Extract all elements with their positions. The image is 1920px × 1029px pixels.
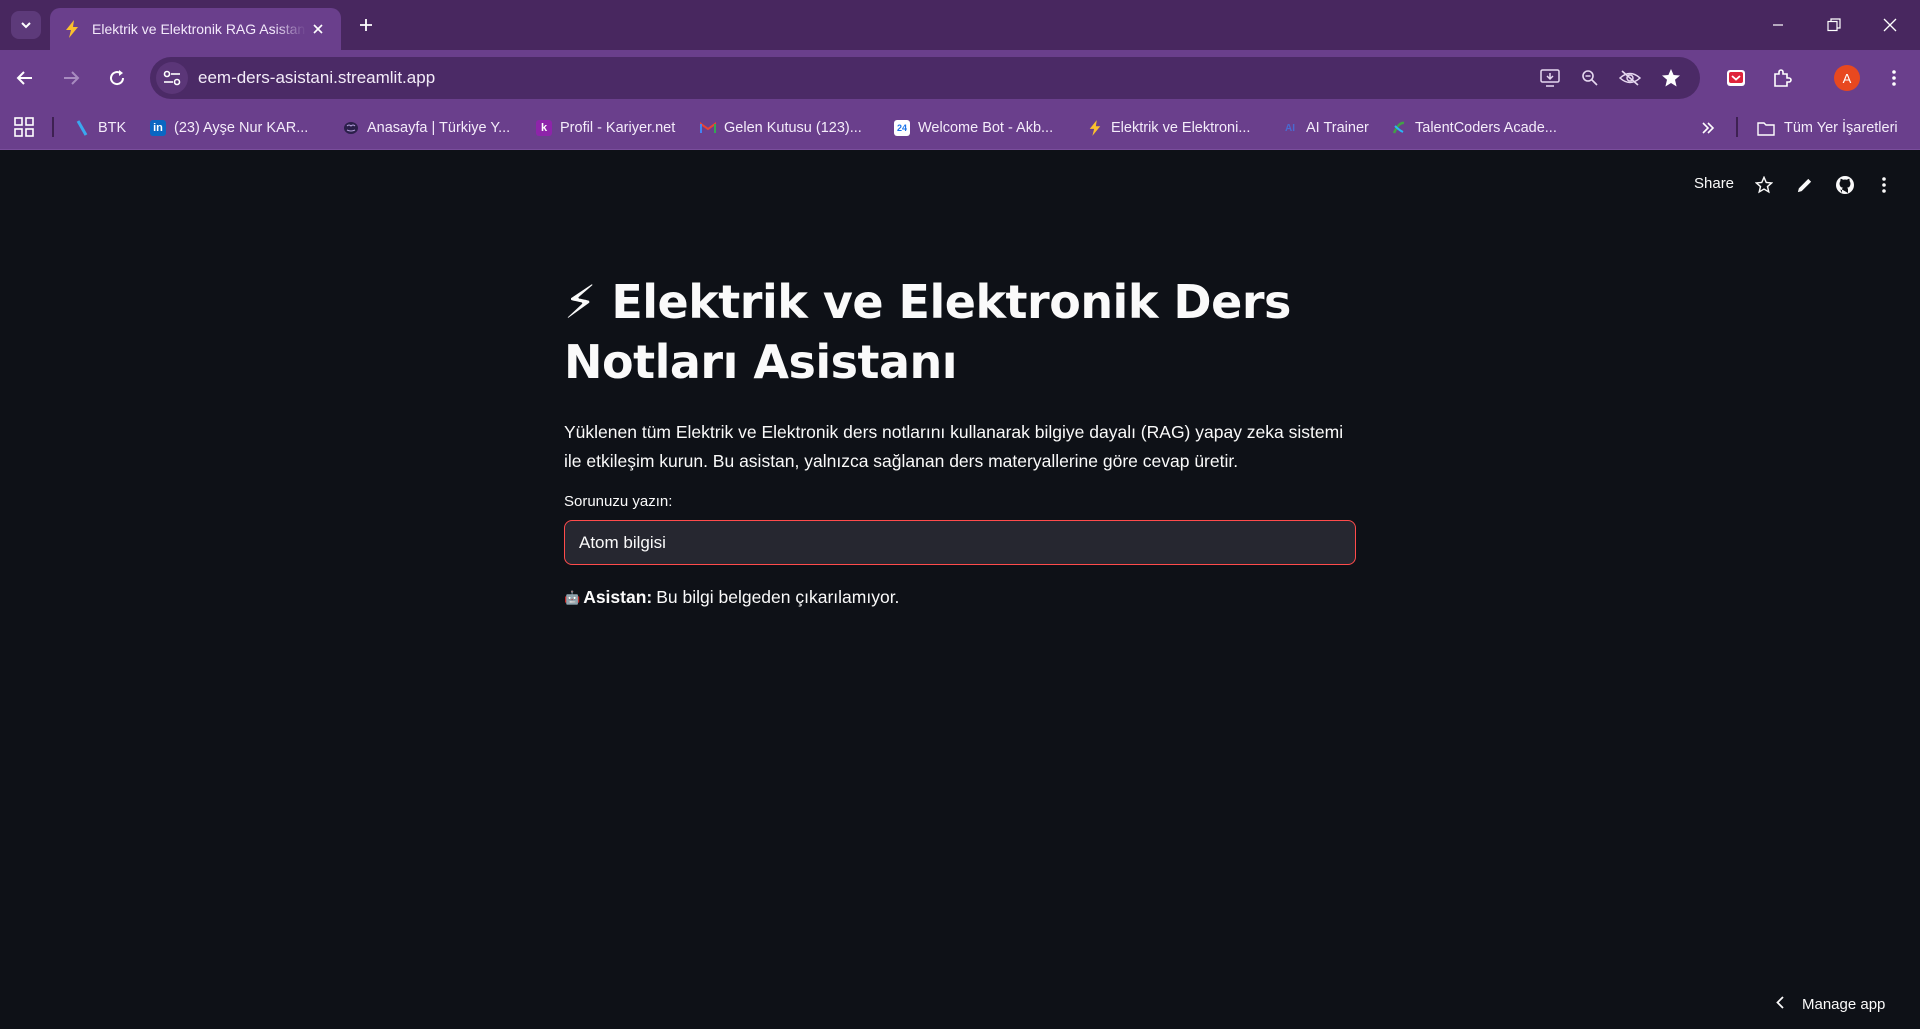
more-bookmarks-icon[interactable]: [1697, 117, 1719, 139]
new-tab-button[interactable]: [352, 11, 380, 39]
brain-icon: [343, 120, 359, 136]
chevron-down-icon: [21, 22, 31, 29]
arrow-left-icon: [16, 71, 32, 85]
question-input-container[interactable]: [564, 520, 1356, 565]
talentcoders-icon: [1391, 120, 1407, 136]
browser-tab-active[interactable]: Elektrik ve Elektronik RAG Asistanı: [50, 8, 341, 50]
forward-button[interactable]: [55, 62, 87, 94]
question-input-label: Sorunuzu yazın:: [564, 493, 673, 510]
lightning-icon: [1087, 120, 1103, 136]
bookmark-separator: [52, 117, 54, 137]
close-icon[interactable]: [307, 18, 329, 40]
zoom-icon[interactable]: [1574, 62, 1606, 94]
edit-pencil-icon[interactable]: [1793, 174, 1815, 196]
assistant-label: Asistan:: [583, 587, 653, 607]
back-button[interactable]: [9, 62, 41, 94]
minimize-button[interactable]: [1750, 0, 1806, 50]
bookmark-anasayfa[interactable]: Anasayfa | Türkiye Y...: [343, 117, 510, 139]
bookmark-gmail[interactable]: Gelen Kutusu (123)...: [700, 117, 862, 139]
bookmark-elektrik[interactable]: Elektrik ve Elektroni...: [1087, 117, 1250, 139]
close-window-button[interactable]: [1862, 0, 1918, 50]
profile-avatar[interactable]: A: [1834, 65, 1860, 91]
streamlit-menu-icon[interactable]: [1873, 174, 1895, 196]
question-input[interactable]: [579, 532, 1355, 553]
bookmark-label: Welcome Bot - Akb...: [918, 120, 1054, 136]
bookmark-btk[interactable]: BTK: [74, 117, 126, 139]
bookmarks-bar: BTK in (23) Ayşe Nur KAR... Anasayfa | T…: [0, 106, 1920, 150]
linkedin-icon: in: [150, 120, 166, 136]
assistant-answer-text: Bu bilgi belgeden çıkarılamıyor.: [656, 587, 900, 607]
btk-logo-icon: [74, 120, 90, 136]
manage-app-label: Manage app: [1802, 995, 1886, 1013]
bookmark-kariyer[interactable]: k Profil - Kariyer.net: [536, 117, 675, 139]
robot-icon: 🤖: [564, 589, 581, 605]
bookmark-separator: [1736, 117, 1738, 137]
bookmark-label: Elektrik ve Elektroni...: [1111, 120, 1251, 136]
bookmark-label: BTK: [98, 120, 127, 136]
star-icon[interactable]: [1753, 174, 1775, 196]
bookmark-label: Anasayfa | Türkiye Y...: [367, 120, 511, 136]
all-bookmarks-folder[interactable]: Tüm Yer İşaretleri: [1756, 117, 1898, 139]
bookmark-label: Profil - Kariyer.net: [560, 120, 676, 136]
lightning-icon: ⚡: [564, 275, 596, 329]
browser-tab-strip: Elektrik ve Elektronik RAG Asistanı: [0, 0, 1920, 50]
main-content: ⚡ Elektrik ve Elektronik Ders Notları As…: [564, 272, 1356, 608]
address-bar[interactable]: eem-ders-asistani.streamlit.app: [150, 57, 1700, 99]
bookmark-label: AI Trainer: [1306, 120, 1369, 136]
folder-icon: [1756, 120, 1776, 136]
bookmark-talentcoders[interactable]: TalentCoders Acade...: [1391, 117, 1557, 139]
bookmark-star-icon[interactable]: [1655, 62, 1687, 94]
bookmark-label: (23) Ayşe Nur KAR...: [174, 120, 309, 136]
calendar-icon: 24: [894, 120, 910, 136]
page-title: ⚡ Elektrik ve Elektronik Ders Notları As…: [564, 272, 1356, 392]
restore-icon: [1827, 18, 1841, 32]
browser-toolbar: eem-ders-asistani.streamlit.app A: [0, 50, 1920, 106]
arrow-right-icon: [64, 71, 80, 85]
bookmark-linkedin[interactable]: in (23) Ayşe Nur KAR...: [150, 117, 308, 139]
site-settings-icon[interactable]: [156, 62, 188, 94]
manage-app-button[interactable]: Manage app: [1776, 990, 1885, 1018]
tab-title: Elektrik ve Elektronik RAG Asistanı: [92, 21, 306, 37]
plus-icon: [360, 19, 372, 31]
close-icon: [1883, 18, 1897, 32]
bookmark-label: TalentCoders Acade...: [1415, 120, 1557, 136]
share-button[interactable]: Share: [1694, 175, 1734, 192]
extensions-icon[interactable]: [1766, 62, 1798, 94]
chevron-left-icon: [1776, 995, 1784, 1013]
apps-grid-icon[interactable]: [13, 116, 35, 138]
kariyer-icon: k: [536, 120, 552, 136]
assistant-answer: 🤖 Asistan: Bu bilgi belgeden çıkarılamıy…: [564, 587, 1356, 608]
browser-menu-icon[interactable]: [1878, 62, 1910, 94]
bookmark-label: Gelen Kutusu (123)...: [724, 120, 862, 136]
ai-icon: AI: [1285, 122, 1295, 134]
lightning-icon: [62, 19, 82, 39]
minimize-icon: [1773, 24, 1783, 26]
url-text[interactable]: eem-ders-asistani.streamlit.app: [198, 68, 435, 88]
tab-search-button[interactable]: [11, 11, 41, 39]
gmail-icon: [700, 120, 716, 136]
page-description: Yüklenen tüm Elektrik ve Elektronik ders…: [564, 422, 1344, 471]
install-app-icon[interactable]: [1534, 62, 1566, 94]
restore-button[interactable]: [1806, 0, 1862, 50]
bookmark-welcome-bot[interactable]: 24 Welcome Bot - Akb...: [894, 117, 1053, 139]
github-icon[interactable]: [1834, 174, 1856, 196]
reload-icon: [110, 70, 125, 86]
page-title-text: Elektrik ve Elektronik Ders Notları Asis…: [564, 275, 1291, 389]
bookmark-ai-trainer[interactable]: AI AI Trainer: [1282, 117, 1369, 139]
pocket-extension-icon[interactable]: [1720, 62, 1752, 94]
reload-button[interactable]: [101, 62, 133, 94]
all-bookmarks-label: Tüm Yer İşaretleri: [1784, 120, 1898, 136]
eye-off-icon[interactable]: [1614, 62, 1646, 94]
